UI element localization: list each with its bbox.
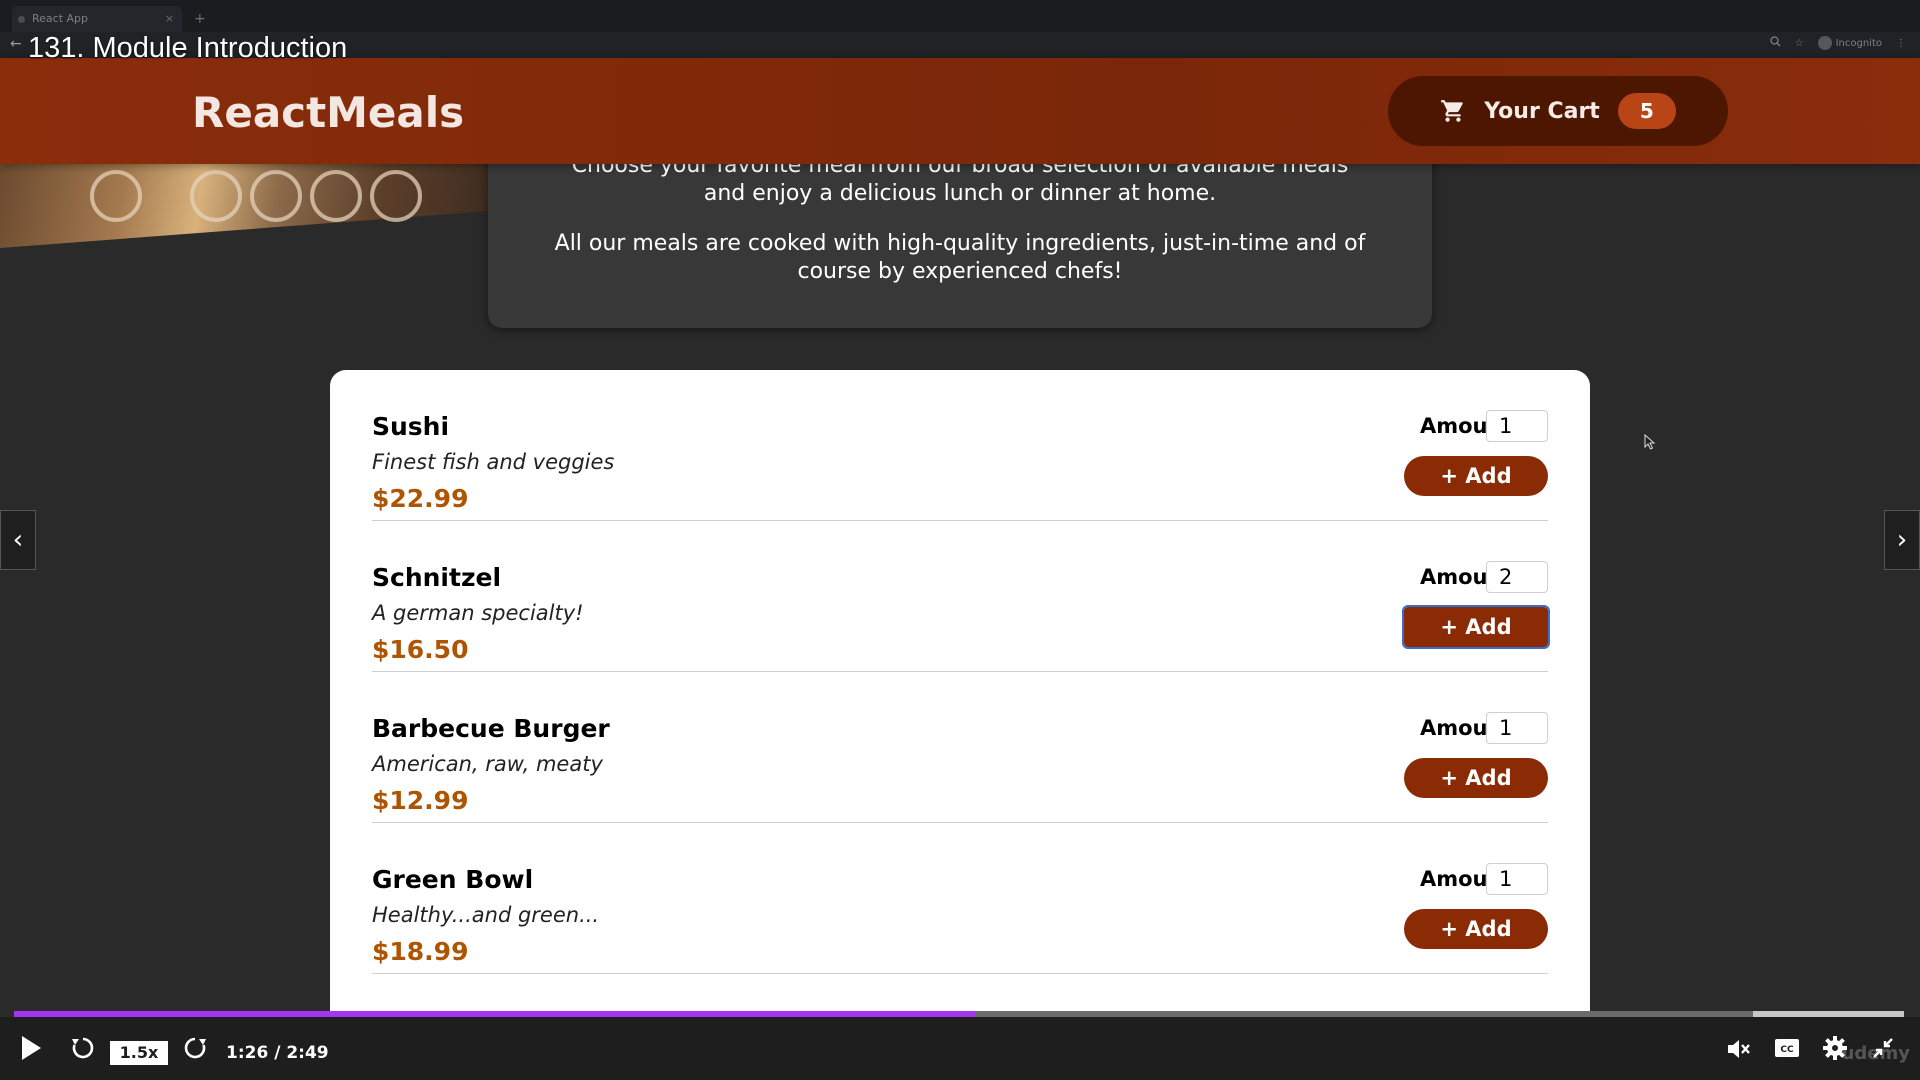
amount-input[interactable] <box>1486 863 1548 895</box>
cart-icon <box>1440 98 1466 124</box>
video-timecode: 1:26 / 2:49 <box>226 1043 329 1063</box>
buffered-bar <box>1752 1011 1904 1017</box>
meal-price: $18.99 <box>372 937 469 966</box>
svg-text:CC: CC <box>1780 1045 1794 1055</box>
next-lecture-button[interactable]: › <box>1884 510 1920 570</box>
new-tab-icon[interactable]: + <box>194 6 206 32</box>
meal-name: Green Bowl <box>372 865 534 894</box>
bookmark-star-icon[interactable]: ☆ <box>1795 38 1804 49</box>
add-button[interactable]: + Add <box>1404 758 1548 798</box>
playback-speed-button[interactable]: 1.5x <box>110 1041 168 1065</box>
tab-close-icon[interactable]: × <box>165 6 174 32</box>
meal-price: $16.50 <box>372 635 469 664</box>
meal-description: Finest fish and veggies <box>372 450 615 474</box>
incognito-indicator[interactable]: Incognito <box>1817 36 1882 50</box>
mute-icon[interactable] <box>1726 1037 1752 1061</box>
meal-item: Schnitzel A german specialty! $16.50 Amo… <box>372 521 1550 672</box>
hero-cup-shape <box>250 170 302 222</box>
meal-description: A german specialty! <box>372 601 584 625</box>
meal-price: $22.99 <box>372 484 469 513</box>
add-button[interactable]: + Add <box>1402 605 1550 649</box>
back-arrow-icon[interactable]: ← <box>10 36 22 52</box>
meal-name: Sushi <box>372 412 450 441</box>
meal-name: Schnitzel <box>372 563 502 592</box>
rewind-icon[interactable] <box>70 1035 96 1061</box>
hero-image-fill <box>0 164 500 248</box>
zoom-icon[interactable] <box>1769 36 1781 50</box>
meals-summary: Choose your favorite meal from our broad… <box>488 140 1432 328</box>
forward-icon[interactable] <box>182 1035 208 1061</box>
meal-description: Healthy...and green... <box>372 903 600 927</box>
played-bar <box>14 1011 976 1017</box>
amount-input[interactable] <box>1486 561 1548 593</box>
video-progress-bar[interactable] <box>14 1011 1904 1017</box>
captions-icon[interactable]: CC <box>1774 1037 1800 1059</box>
cart-count-badge: 5 <box>1617 93 1676 129</box>
meal-item: Barbecue Burger American, raw, meaty $12… <box>372 672 1548 823</box>
previous-lecture-button[interactable]: ‹ <box>0 510 36 570</box>
video-controls: 1.5x 1:26 / 2:49 CC udemy <box>0 1017 1920 1080</box>
meal-item: Sushi Finest fish and veggies $22.99 Amo… <box>372 370 1548 521</box>
hero-image <box>0 164 500 248</box>
hero-cup-shape <box>370 170 422 222</box>
hero-cup-shape <box>90 170 142 222</box>
meal-description: American, raw, meaty <box>372 752 603 776</box>
chevron-right-icon: › <box>1896 525 1908 555</box>
meal-name: Barbecue Burger <box>372 714 610 743</box>
amount-input[interactable] <box>1486 410 1548 442</box>
incognito-icon <box>1817 36 1832 50</box>
video-title: 131. Module Introduction <box>28 32 348 64</box>
tab-favicon-icon <box>18 16 25 23</box>
mouse-pointer-icon <box>1644 433 1656 454</box>
browser-toolbar-right: ☆ Incognito ⋮ <box>1769 36 1906 50</box>
add-button[interactable]: + Add <box>1404 909 1548 949</box>
available-meals-card: Sushi Finest fish and veggies $22.99 Amo… <box>330 370 1590 1036</box>
udemy-watermark: udemy <box>1841 1043 1910 1064</box>
brand-title: ReactMeals <box>192 88 465 137</box>
play-icon[interactable] <box>20 1035 42 1061</box>
browser-tab[interactable]: React App × <box>12 6 182 32</box>
app-header: ReactMeals Your Cart 5 <box>0 58 1920 164</box>
meal-price: $12.99 <box>372 786 469 815</box>
amount-input[interactable] <box>1486 712 1548 744</box>
chevron-left-icon: ‹ <box>12 525 24 555</box>
browser-tab-bar: React App × + <box>0 0 1920 32</box>
summary-paragraph-2: All our meals are cooked with high-quali… <box>554 231 1366 284</box>
add-button[interactable]: + Add <box>1404 456 1548 496</box>
incognito-label: Incognito <box>1835 37 1882 49</box>
tab-title: React App <box>32 12 89 25</box>
browser-menu-icon[interactable]: ⋮ <box>1896 38 1906 49</box>
meal-item: Green Bowl Healthy...and green... $18.99… <box>372 823 1548 974</box>
cart-button[interactable]: Your Cart 5 <box>1388 76 1728 146</box>
hero-cup-shape <box>310 170 362 222</box>
cart-label: Your Cart <box>1484 98 1600 124</box>
hero-cup-shape <box>190 170 242 222</box>
